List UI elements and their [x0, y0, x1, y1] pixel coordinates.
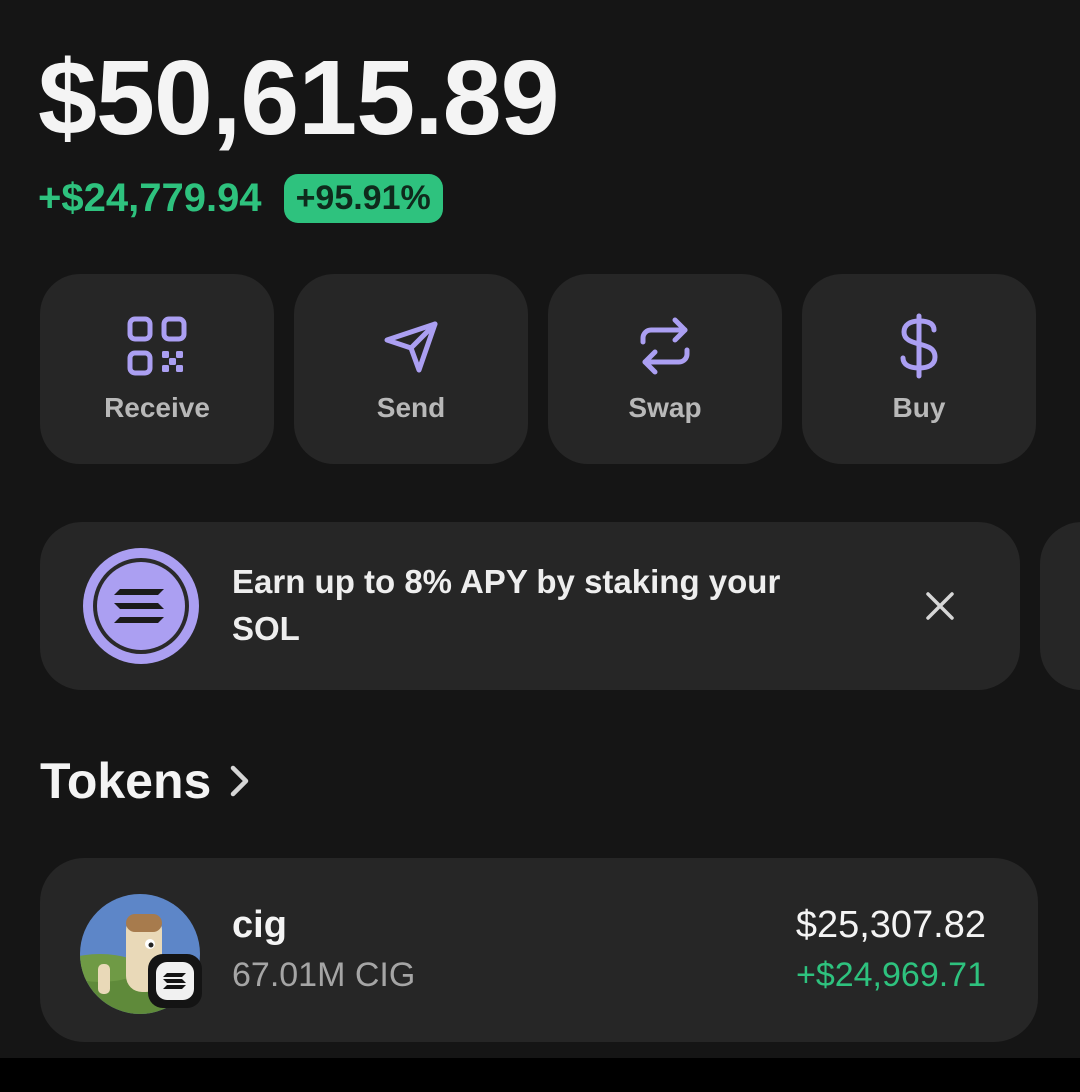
token-chain-badge — [148, 954, 202, 1008]
dollar-icon — [887, 313, 951, 379]
portfolio-balance: $50,615.89 — [38, 39, 560, 157]
receive-button[interactable]: Receive — [40, 274, 274, 464]
portfolio-change-percent-badge: +95.91% — [283, 174, 443, 223]
buy-button[interactable]: Buy — [802, 274, 1036, 464]
send-button[interactable]: Send — [294, 274, 528, 464]
staking-promo-card[interactable]: Earn up to 8% APY by staking your SOL — [40, 522, 1020, 690]
bottom-edge — [0, 1058, 1080, 1092]
swap-icon — [633, 314, 697, 378]
send-icon — [379, 314, 443, 378]
token-change: +$24,969.71 — [795, 956, 986, 994]
solana-icon — [156, 962, 194, 1000]
staking-promo-text: Earn up to 8% APY by staking your SOL — [232, 563, 781, 647]
quick-actions: Receive Send Swap Buy — [40, 274, 1036, 464]
swap-button[interactable]: Swap — [548, 274, 782, 464]
tokens-section-title: Tokens — [40, 753, 212, 809]
swap-label: Swap — [628, 392, 702, 423]
token-row-cig[interactable]: cig 67.01M CIG $25,307.82 +$24,969.71 — [40, 858, 1038, 1042]
token-name: cig — [232, 904, 287, 946]
token-value: $25,307.82 — [795, 904, 986, 946]
tokens-section-header[interactable]: Tokens — [40, 752, 253, 810]
portfolio-change-row: +$24,779.94 +95.91% — [38, 174, 443, 223]
portfolio-change-amount: +$24,779.94 — [38, 175, 262, 220]
receive-label: Receive — [104, 392, 210, 423]
token-amount: 67.01M CIG — [232, 956, 416, 994]
next-promo-card-peek[interactable] — [1040, 522, 1080, 690]
buy-label: Buy — [892, 392, 946, 423]
chevron-right-icon — [231, 765, 249, 797]
send-label: Send — [376, 392, 446, 423]
qr-code-icon — [125, 314, 189, 378]
close-icon[interactable] — [920, 586, 960, 626]
solana-icon — [83, 548, 199, 664]
